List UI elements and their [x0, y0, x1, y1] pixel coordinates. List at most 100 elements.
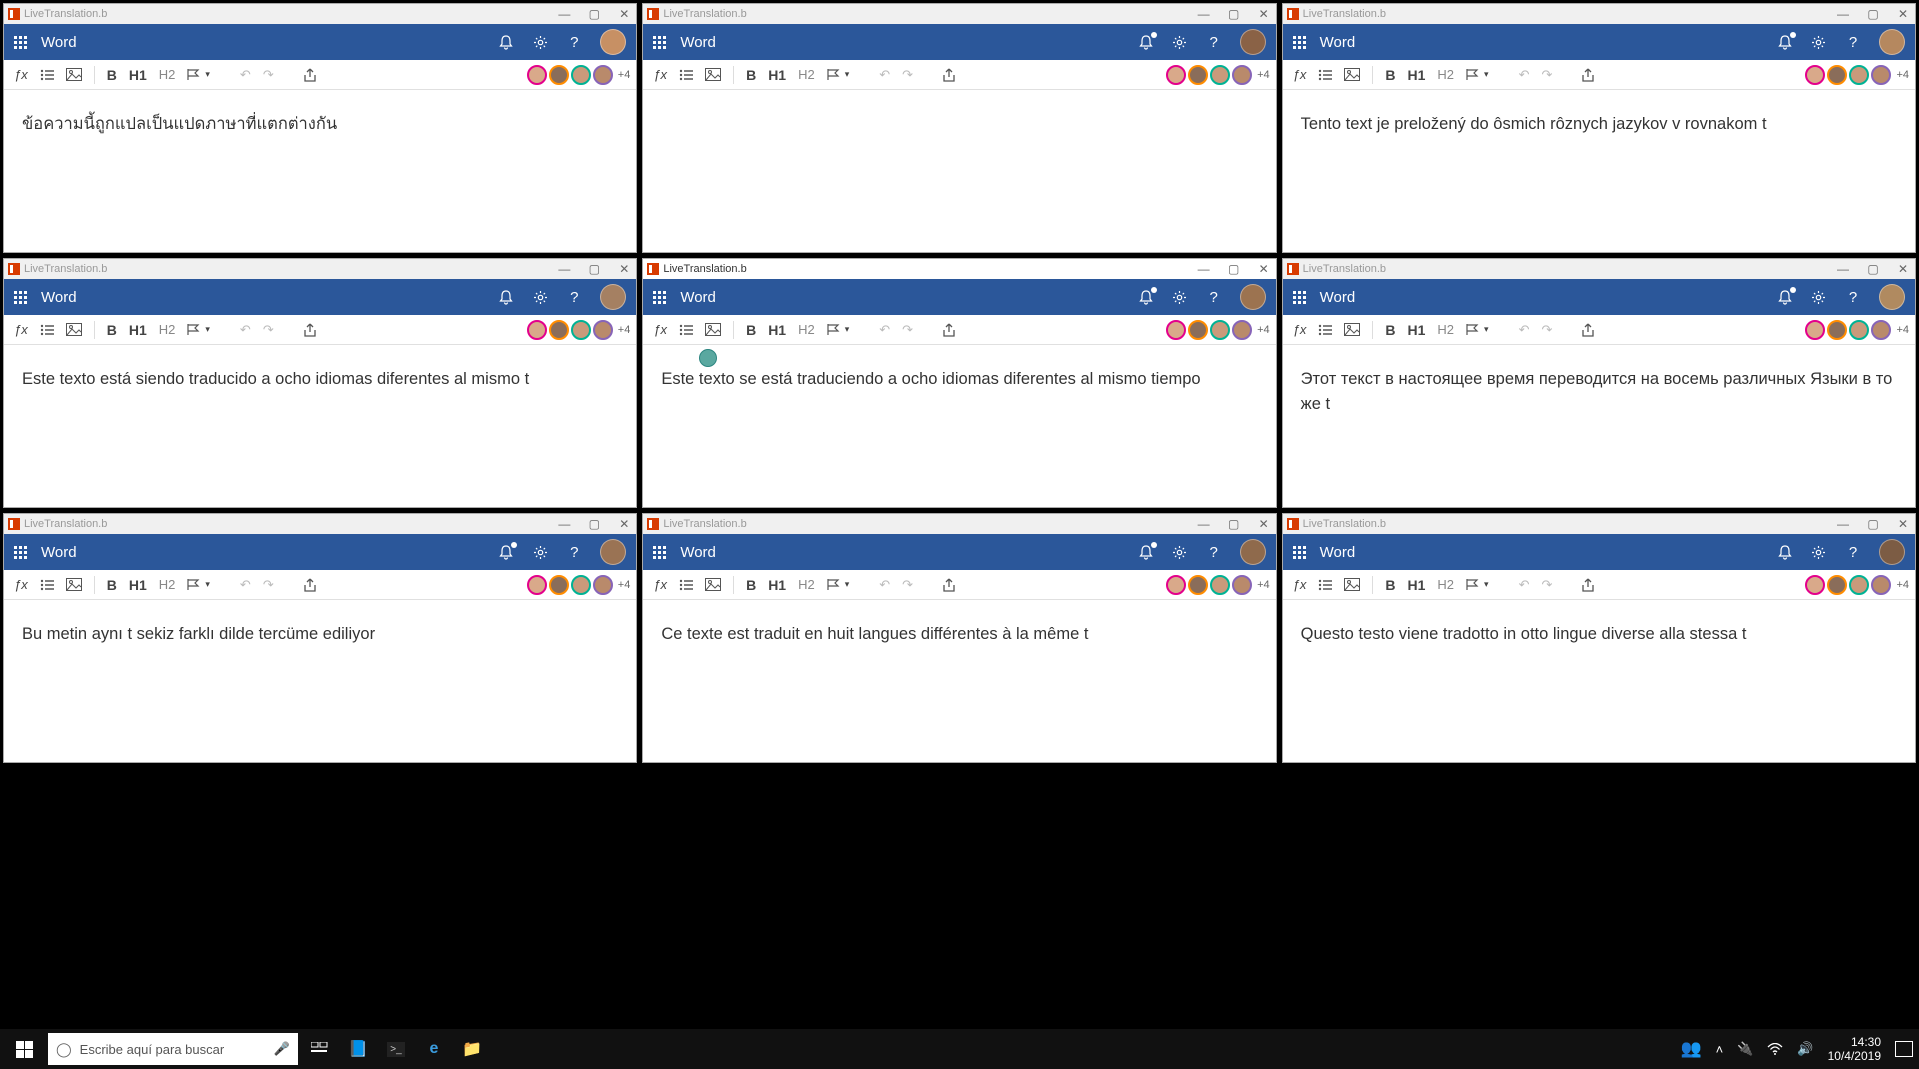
volume-icon[interactable]: 🔊: [1797, 1041, 1813, 1057]
collab-avatar[interactable]: [593, 320, 613, 340]
redo-icon[interactable]: ↷: [1537, 320, 1556, 340]
maximize-button[interactable]: ▢: [586, 7, 602, 21]
h2-button[interactable]: H2: [794, 575, 819, 594]
close-button[interactable]: ✕: [1895, 262, 1911, 276]
notification-bell-icon[interactable]: [498, 289, 514, 305]
start-button[interactable]: [6, 1033, 42, 1065]
formula-icon[interactable]: ƒx: [10, 575, 32, 594]
document-body[interactable]: [643, 90, 1275, 252]
window-titlebar[interactable]: LiveTranslation.b—▢✕: [4, 4, 636, 24]
redo-icon[interactable]: ↷: [898, 575, 917, 595]
collab-avatar[interactable]: [1166, 65, 1186, 85]
image-icon[interactable]: [62, 66, 86, 83]
image-icon[interactable]: [701, 576, 725, 593]
maximize-button[interactable]: ▢: [1226, 262, 1242, 276]
undo-icon[interactable]: ↶: [875, 575, 894, 595]
collaborator-avatars[interactable]: +4: [1805, 65, 1909, 85]
share-icon[interactable]: [939, 576, 962, 594]
collaborator-avatars[interactable]: +4: [1166, 65, 1270, 85]
document-body[interactable]: Este texto está siendo traducido a ocho …: [4, 345, 636, 507]
more-collaborators[interactable]: +4: [618, 579, 631, 591]
undo-icon[interactable]: ↶: [1515, 575, 1534, 595]
user-avatar[interactable]: [1879, 29, 1905, 55]
minimize-button[interactable]: —: [556, 517, 572, 531]
flag-icon[interactable]: ▾: [183, 576, 214, 593]
image-icon[interactable]: [1340, 321, 1364, 338]
collab-avatar[interactable]: [1188, 320, 1208, 340]
formula-icon[interactable]: ƒx: [1289, 65, 1311, 84]
more-collaborators[interactable]: +4: [1896, 579, 1909, 591]
help-icon[interactable]: ?: [1845, 289, 1861, 305]
more-collaborators[interactable]: +4: [1896, 324, 1909, 336]
collab-avatar[interactable]: [1805, 575, 1825, 595]
share-icon[interactable]: [1578, 321, 1601, 339]
file-explorer-icon[interactable]: 📘: [342, 1033, 374, 1065]
h1-button[interactable]: H1: [1404, 575, 1430, 595]
people-icon[interactable]: 👥: [1680, 1039, 1701, 1059]
collab-avatar[interactable]: [1166, 320, 1186, 340]
settings-gear-icon[interactable]: [1172, 544, 1188, 560]
collab-avatar[interactable]: [1849, 575, 1869, 595]
app-launcher-icon[interactable]: [1293, 291, 1306, 304]
user-avatar[interactable]: [1879, 539, 1905, 565]
formula-icon[interactable]: ƒx: [10, 320, 32, 339]
bold-button[interactable]: B: [103, 575, 121, 595]
h1-button[interactable]: H1: [764, 575, 790, 595]
help-icon[interactable]: ?: [1206, 34, 1222, 50]
help-icon[interactable]: ?: [1206, 544, 1222, 560]
list-icon[interactable]: [1314, 67, 1336, 83]
user-avatar[interactable]: [1240, 284, 1266, 310]
help-icon[interactable]: ?: [1845, 544, 1861, 560]
settings-gear-icon[interactable]: [532, 289, 548, 305]
bold-button[interactable]: B: [103, 65, 121, 85]
h1-button[interactable]: H1: [125, 320, 151, 340]
minimize-button[interactable]: —: [556, 262, 572, 276]
collab-avatar[interactable]: [571, 65, 591, 85]
flag-icon[interactable]: ▾: [823, 576, 854, 593]
close-button[interactable]: ✕: [616, 262, 632, 276]
collab-avatar[interactable]: [571, 320, 591, 340]
h2-button[interactable]: H2: [794, 65, 819, 84]
formula-icon[interactable]: ƒx: [1289, 575, 1311, 594]
mic-icon[interactable]: 🎤: [274, 1041, 290, 1057]
minimize-button[interactable]: —: [556, 7, 572, 21]
more-collaborators[interactable]: +4: [1257, 324, 1270, 336]
close-button[interactable]: ✕: [1256, 517, 1272, 531]
minimize-button[interactable]: —: [1835, 7, 1851, 21]
formula-icon[interactable]: ƒx: [10, 65, 32, 84]
app-launcher-icon[interactable]: [14, 291, 27, 304]
share-icon[interactable]: [1578, 66, 1601, 84]
formula-icon[interactable]: ƒx: [649, 65, 671, 84]
share-icon[interactable]: [939, 321, 962, 339]
app-launcher-icon[interactable]: [653, 291, 666, 304]
close-button[interactable]: ✕: [1895, 517, 1911, 531]
collaborator-avatars[interactable]: +4: [1166, 575, 1270, 595]
h1-button[interactable]: H1: [125, 575, 151, 595]
redo-icon[interactable]: ↷: [898, 320, 917, 340]
document-body[interactable]: Bu metin aynı t sekiz farklı dilde tercü…: [4, 600, 636, 762]
redo-icon[interactable]: ↷: [259, 575, 278, 595]
formula-icon[interactable]: ƒx: [649, 320, 671, 339]
collaborator-avatars[interactable]: +4: [1805, 575, 1909, 595]
window-titlebar[interactable]: LiveTranslation.b—▢✕: [1283, 4, 1915, 24]
collab-avatar[interactable]: [1827, 320, 1847, 340]
collaborator-avatars[interactable]: +4: [527, 65, 631, 85]
collab-avatar[interactable]: [1232, 320, 1252, 340]
undo-icon[interactable]: ↶: [236, 575, 255, 595]
window-titlebar[interactable]: LiveTranslation.b—▢✕: [1283, 514, 1915, 534]
collaborator-avatars[interactable]: +4: [527, 320, 631, 340]
minimize-button[interactable]: —: [1196, 7, 1212, 21]
flag-icon[interactable]: ▾: [183, 321, 214, 338]
task-view-button[interactable]: [304, 1033, 336, 1065]
collab-avatar[interactable]: [1871, 575, 1891, 595]
close-button[interactable]: ✕: [616, 517, 632, 531]
share-icon[interactable]: [300, 66, 323, 84]
collab-avatar[interactable]: [549, 320, 569, 340]
undo-icon[interactable]: ↶: [1515, 65, 1534, 85]
close-button[interactable]: ✕: [1895, 7, 1911, 21]
tray-chevron-icon[interactable]: ˄: [1716, 1042, 1724, 1057]
flag-icon[interactable]: ▾: [1462, 576, 1493, 593]
notification-bell-icon[interactable]: [498, 544, 514, 560]
collab-avatar[interactable]: [1232, 65, 1252, 85]
collab-avatar[interactable]: [1232, 575, 1252, 595]
